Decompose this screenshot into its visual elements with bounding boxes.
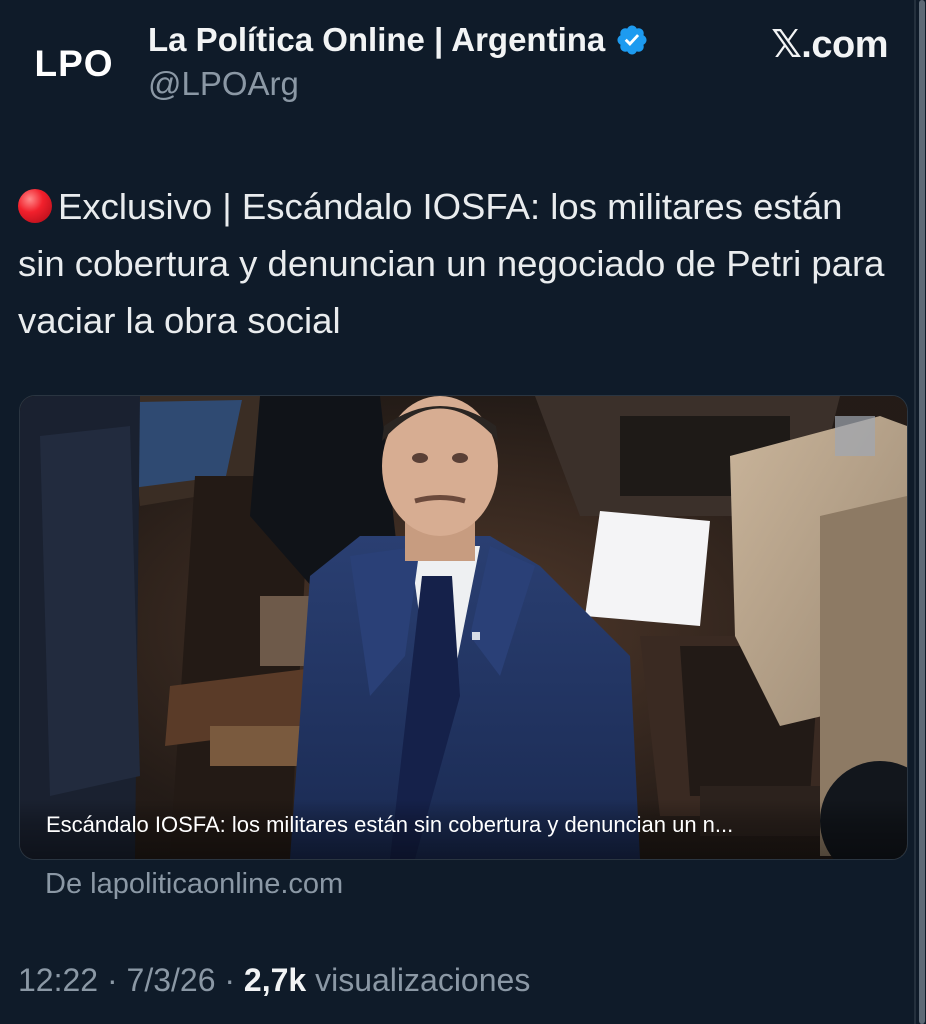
- avatar[interactable]: LPO: [18, 18, 130, 110]
- scrollbar[interactable]: [914, 0, 926, 1024]
- scrollbar-thumb[interactable]: [919, 0, 925, 1024]
- tweet-time[interactable]: 12:22: [18, 962, 98, 998]
- meta-separator: ·: [224, 962, 236, 998]
- card-photo: [20, 396, 907, 859]
- tweet-meta: 12:22 · 7/3/26 · 2,7k visualizaciones: [18, 962, 530, 999]
- meta-separator: ·: [106, 962, 118, 998]
- card-domain[interactable]: De lapoliticaonline.com: [45, 868, 343, 901]
- card-caption: Escándalo IOSFA: los militares están sin…: [20, 799, 907, 859]
- tweet-header: LPO La Política Online | Argentina @LPOA…: [18, 18, 898, 118]
- display-name[interactable]: La Política Online | Argentina: [148, 20, 649, 60]
- red-circle-icon: [18, 189, 52, 223]
- card-caption-text: Escándalo IOSFA: los militares están sin…: [46, 812, 734, 837]
- link-card[interactable]: Escándalo IOSFA: los militares están sin…: [19, 395, 908, 860]
- tweet-text: Exclusivo | Escándalo IOSFA: los militar…: [18, 178, 898, 349]
- handle[interactable]: @LPOArg: [148, 64, 649, 104]
- tweet-date[interactable]: 7/3/26: [127, 962, 216, 998]
- display-name-text: La Política Online | Argentina: [148, 21, 606, 58]
- author-block[interactable]: La Política Online | Argentina @LPOArg: [148, 20, 649, 104]
- source-label: 𝕏.com: [771, 24, 888, 66]
- views-label: visualizaciones: [315, 962, 531, 998]
- verified-badge-icon: [617, 25, 647, 55]
- views-count[interactable]: 2,7k: [244, 962, 306, 998]
- tweet-text-content: Exclusivo | Escándalo IOSFA: los militar…: [18, 186, 885, 341]
